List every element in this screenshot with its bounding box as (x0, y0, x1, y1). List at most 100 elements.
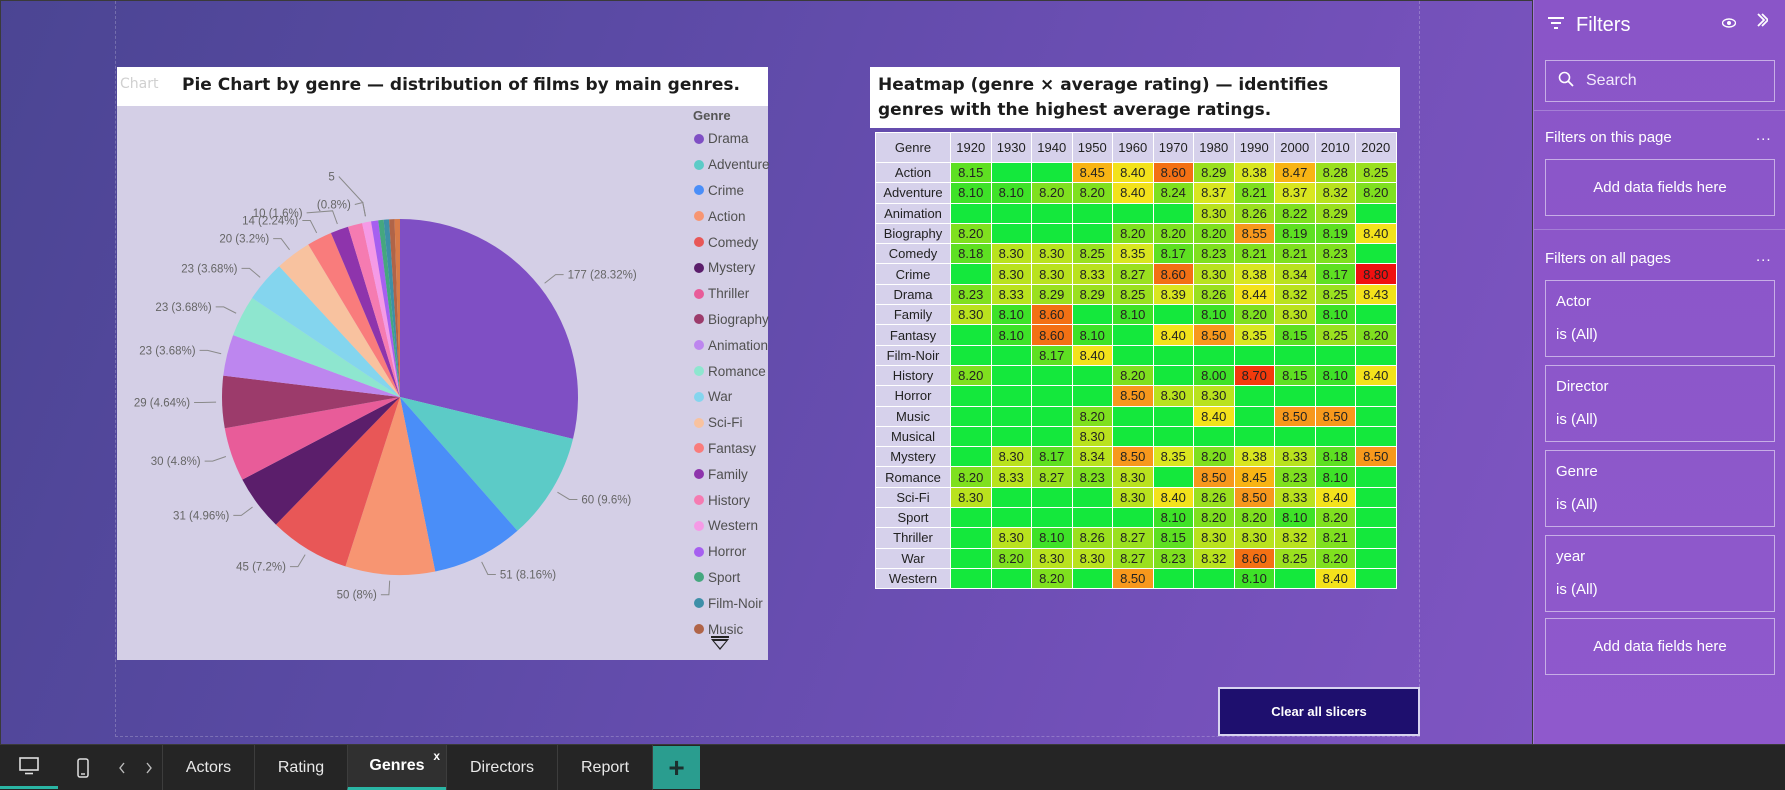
heatmap-cell[interactable]: 8.47 (1274, 161, 1316, 184)
heatmap-cell[interactable] (1233, 405, 1275, 427)
heatmap-cell[interactable]: 8.37 (1274, 182, 1316, 204)
heatmap-cell[interactable] (1355, 202, 1397, 224)
heatmap-cell[interactable] (1355, 425, 1397, 448)
heatmap-cell[interactable] (1031, 385, 1073, 407)
heatmap-cell[interactable]: 8.30 (1112, 466, 1154, 488)
heatmap-cell[interactable]: 8.00 (1193, 364, 1235, 387)
heatmap-cell[interactable] (950, 527, 992, 549)
heatmap-cell[interactable]: 8.21 (1233, 243, 1275, 265)
heatmap-cell[interactable]: 8.10 (950, 182, 992, 204)
heatmap-cell[interactable]: 8.17 (1031, 344, 1073, 366)
heatmap-cell[interactable]: 8.30 (1193, 385, 1235, 407)
heatmap-cell[interactable]: 8.40 (1355, 364, 1397, 387)
heatmap-cell[interactable] (1355, 567, 1397, 590)
legend-item-sport[interactable]: Sport (677, 565, 768, 591)
heatmap-cell[interactable]: 8.29 (1193, 161, 1235, 184)
legend-item-adventure[interactable]: Adventure (677, 152, 770, 178)
heatmap-cell[interactable]: 8.33 (990, 466, 1032, 488)
heatmap-cell[interactable] (1233, 425, 1275, 448)
heatmap-cell[interactable]: 8.20 (1193, 507, 1235, 529)
heatmap-cell[interactable]: 8.30 (950, 304, 992, 326)
heatmap-cell[interactable]: 8.30 (1193, 202, 1235, 224)
heatmap-cell[interactable] (1031, 405, 1073, 427)
heatmap-cell[interactable]: 8.50 (1274, 405, 1316, 427)
heatmap-cell[interactable]: 8.40 (1355, 222, 1397, 245)
heatmap-cell[interactable]: 8.20 (1314, 547, 1356, 569)
heatmap-cell[interactable] (1031, 507, 1073, 529)
heatmap-cell[interactable]: 8.23 (1274, 466, 1316, 488)
heatmap-cell[interactable]: 8.17 (1031, 446, 1073, 468)
heatmap-cell[interactable]: 8.60 (1152, 161, 1194, 184)
heatmap-cell[interactable]: 8.35 (1112, 243, 1154, 265)
heatmap-cell[interactable]: 8.50 (1193, 324, 1235, 346)
heatmap-cell[interactable]: 8.22 (1274, 202, 1316, 224)
heatmap-cell[interactable]: 8.37 (1193, 182, 1235, 204)
heatmap-cell[interactable] (1152, 425, 1194, 448)
heatmap-cell[interactable]: 8.30 (1031, 263, 1073, 285)
heatmap-cell[interactable]: 8.23 (1071, 466, 1113, 488)
legend-item-romance[interactable]: Romance (677, 358, 768, 384)
heatmap-cell[interactable] (950, 202, 992, 224)
heatmap-cell[interactable] (990, 202, 1032, 224)
legend-item-war[interactable]: War (677, 384, 768, 410)
heatmap-cell[interactable] (1031, 202, 1073, 224)
legend-item-action[interactable]: Action (677, 203, 768, 229)
heatmap-cell[interactable]: 8.33 (1071, 263, 1113, 285)
heatmap-cell[interactable]: 8.25 (1071, 243, 1113, 265)
chevron-right-icon[interactable] (1756, 13, 1770, 32)
heatmap-cell[interactable]: 8.10 (1314, 364, 1356, 387)
heatmap-cell[interactable]: 8.40 (1112, 161, 1154, 184)
heatmap-cell[interactable]: 8.60 (1233, 547, 1275, 569)
heatmap-table[interactable]: Genre 1920 1930 1940 1950 1960 1970 1980 1990 200… (875, 132, 1397, 590)
heatmap-cell[interactable]: 8.29 (1031, 283, 1073, 306)
heatmap-cell[interactable] (990, 405, 1032, 427)
desktop-view-icon[interactable] (0, 745, 58, 789)
heatmap-cell[interactable]: 8.20 (1031, 567, 1073, 590)
heatmap-cell[interactable] (990, 364, 1032, 387)
heatmap-cell[interactable] (1152, 364, 1194, 387)
heatmap-cell[interactable]: 8.29 (1071, 283, 1113, 306)
heatmap-cell[interactable]: 8.20 (950, 466, 992, 488)
heatmap-cell[interactable]: 8.30 (1274, 304, 1316, 326)
heatmap-cell[interactable]: 8.25 (1355, 161, 1397, 184)
heatmap-cell[interactable]: 8.23 (1152, 547, 1194, 569)
heatmap-cell[interactable]: 8.29 (1314, 202, 1356, 224)
heatmap-cell[interactable]: 8.40 (1152, 324, 1194, 346)
heatmap-cell[interactable]: 8.30 (990, 243, 1032, 265)
heatmap-cell[interactable] (1071, 222, 1113, 245)
legend-item-mystery[interactable]: Mystery (677, 255, 768, 281)
heatmap-cell[interactable] (1193, 344, 1235, 366)
heatmap-cell[interactable]: 8.40 (1112, 182, 1154, 204)
heatmap-cell[interactable] (1274, 425, 1316, 448)
tab-genres[interactable]: Genres x (347, 745, 446, 790)
heatmap-cell[interactable]: 8.15 (1274, 364, 1316, 387)
heatmap-cell[interactable]: 8.24 (1152, 182, 1194, 204)
legend-item-fantasy[interactable]: Fantasy (677, 436, 768, 462)
heatmap-cell[interactable]: 8.27 (1112, 263, 1154, 285)
heatmap-cell[interactable]: 8.28 (1314, 161, 1356, 184)
heatmap-cell[interactable] (990, 222, 1032, 245)
tab-close-icon[interactable]: x (433, 749, 440, 763)
heatmap-cell[interactable]: 8.50 (1112, 446, 1154, 468)
filter-card-genre[interactable]: Genre is (All) (1545, 450, 1775, 527)
heatmap-cell[interactable] (990, 385, 1032, 407)
heatmap-cell[interactable]: 8.30 (1193, 527, 1235, 549)
heatmap-cell[interactable]: 8.45 (1071, 161, 1113, 184)
heatmap-cell[interactable] (1112, 425, 1154, 448)
heatmap-cell[interactable] (1355, 547, 1397, 569)
heatmap-cell[interactable] (1314, 344, 1356, 366)
heatmap-cell[interactable]: 8.30 (950, 486, 992, 509)
heatmap-cell[interactable]: 8.20 (1314, 507, 1356, 529)
heatmap-cell[interactable]: 8.19 (1274, 222, 1316, 245)
heatmap-cell[interactable]: 8.10 (1112, 304, 1154, 326)
legend-item-sci-fi[interactable]: Sci-Fi (677, 410, 768, 436)
this-page-more-button[interactable]: ... (1756, 127, 1772, 144)
heatmap-cell[interactable] (1112, 344, 1154, 366)
legend-item-animation[interactable]: Animation (677, 332, 768, 358)
heatmap-cell[interactable] (950, 446, 992, 468)
tab-actors[interactable]: Actors (162, 745, 254, 790)
heatmap-cell[interactable]: 8.20 (1112, 364, 1154, 387)
filter-card-director[interactable]: Director is (All) (1545, 365, 1775, 442)
heatmap-cell[interactable]: 8.10 (1031, 527, 1073, 549)
heatmap-cell[interactable]: 8.20 (1233, 304, 1275, 326)
